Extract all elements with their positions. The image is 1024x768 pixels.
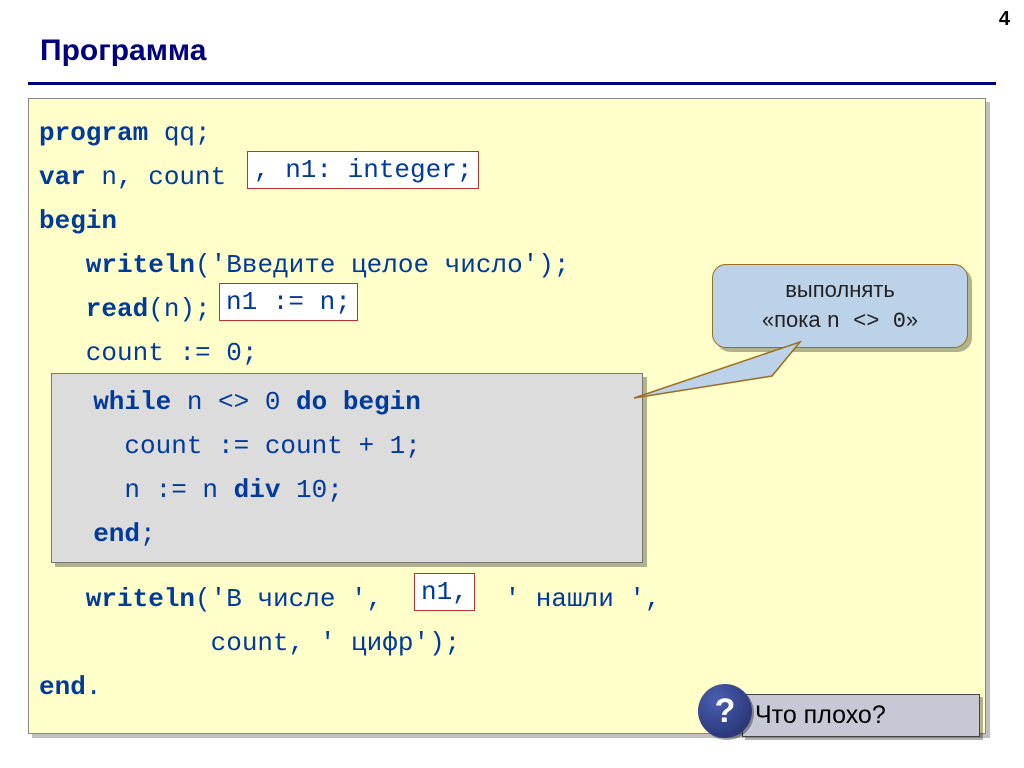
code-line-6: count := 0; bbox=[39, 331, 257, 375]
question-panel: Что плохо? bbox=[742, 694, 980, 737]
while-line-3: n := n div 10; bbox=[62, 468, 343, 512]
while-box: while n <> 0 do begin count := count + 1… bbox=[51, 373, 643, 563]
code-line-8b: ' нашли ', bbox=[489, 577, 661, 621]
insert-n1-assign: n1 := n; bbox=[219, 283, 358, 321]
code-line-8a: writeln('В числе ', bbox=[39, 577, 398, 621]
code-line-9: count, ' цифр'); bbox=[39, 621, 460, 665]
while-line-4: end; bbox=[62, 512, 156, 556]
title-rule bbox=[28, 82, 996, 85]
code-panel: program qq; var n, count , n1: integer; … bbox=[28, 98, 986, 734]
while-line-2: count := count + 1; bbox=[62, 424, 421, 468]
page-number: 4 bbox=[999, 8, 1010, 31]
code-line-10: end. bbox=[39, 665, 101, 709]
code-line-5: read(n); bbox=[39, 287, 226, 331]
code-line-4: writeln('Введите целое число'); bbox=[39, 243, 570, 287]
insert-n1-output: n1, bbox=[414, 573, 475, 611]
slide: 4 Программа program qq; var n, count , n… bbox=[0, 0, 1024, 768]
slide-title: Программа bbox=[40, 34, 206, 68]
code-line-2: var n, count bbox=[39, 155, 226, 199]
while-line-1: while n <> 0 do begin bbox=[62, 380, 421, 424]
callout-line1: выполнять bbox=[729, 275, 951, 305]
insert-n1-integer: , n1: integer; bbox=[247, 151, 479, 189]
code-line-1: program qq; bbox=[39, 111, 211, 155]
callout-explain: выполнять «пока n <> 0» bbox=[712, 264, 968, 348]
callout-line2: «пока n <> 0» bbox=[729, 305, 951, 337]
code-line-3: begin bbox=[39, 199, 117, 243]
question-icon bbox=[698, 684, 752, 738]
